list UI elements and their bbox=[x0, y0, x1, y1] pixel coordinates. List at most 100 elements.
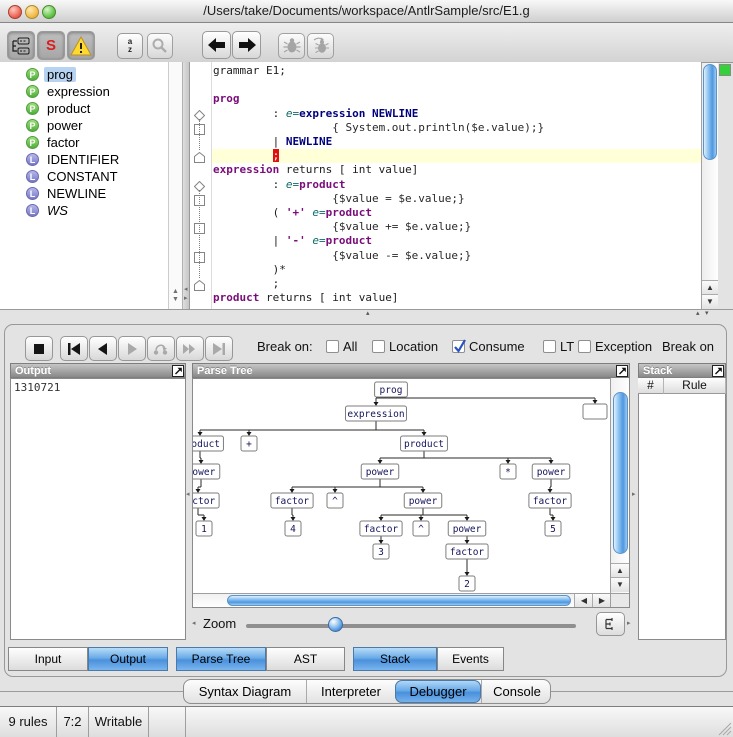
tree-node-power[interactable]: power bbox=[361, 464, 399, 479]
tb-sort-rules[interactable]: az bbox=[117, 33, 143, 59]
rule-item-ws[interactable]: LWS bbox=[0, 202, 182, 219]
tb-grammar-structure[interactable] bbox=[7, 31, 35, 60]
output-expand-button[interactable] bbox=[172, 365, 184, 377]
editor-vertical-scrollbar[interactable]: ▲ ▼ bbox=[701, 63, 718, 309]
view-button-input[interactable]: Input bbox=[8, 647, 88, 671]
rule-item-expression[interactable]: Pexpression bbox=[0, 83, 182, 100]
collapse-left-icon[interactable]: ◂ bbox=[184, 286, 188, 293]
tree-node-*[interactable]: * bbox=[500, 464, 516, 479]
rules-scrollbar-track[interactable]: ▲ ▼ bbox=[168, 62, 183, 309]
rule-item-factor[interactable]: Pfactor bbox=[0, 134, 182, 151]
rule-item-power[interactable]: Ppower bbox=[0, 117, 182, 134]
tab-debugger[interactable]: Debugger bbox=[395, 680, 481, 703]
scroll-down-button[interactable]: ▼ bbox=[702, 294, 718, 309]
tree-node-factor[interactable]: factor bbox=[529, 493, 571, 508]
tb-warnings[interactable] bbox=[67, 31, 95, 60]
stop-button[interactable] bbox=[25, 336, 53, 361]
scroll-up-button[interactable]: ▲ bbox=[702, 280, 718, 295]
tree-node-power[interactable]: power bbox=[532, 464, 570, 479]
step-back-button[interactable] bbox=[89, 336, 117, 361]
scrollbar-thumb[interactable] bbox=[613, 392, 628, 554]
tree-node-^[interactable]: ^ bbox=[413, 521, 429, 536]
tb-back[interactable] bbox=[202, 31, 231, 59]
sidebar-splitter[interactable]: ◂ ▸ bbox=[182, 62, 190, 309]
rule-item-constant[interactable]: LCONSTANT bbox=[0, 168, 182, 185]
rule-item-product[interactable]: Pproduct bbox=[0, 100, 182, 117]
tb-syntax-check[interactable]: S bbox=[37, 31, 65, 60]
tree-node-^[interactable]: ^ bbox=[327, 493, 343, 508]
parse-tree-expand-button[interactable] bbox=[616, 365, 628, 377]
go-to-end-button[interactable] bbox=[205, 336, 233, 361]
tree-node-product[interactable]: product bbox=[193, 436, 223, 451]
tree-node-4[interactable]: 4 bbox=[285, 521, 301, 536]
tree-node-5[interactable]: 5 bbox=[545, 521, 561, 536]
step-forward-button[interactable] bbox=[118, 336, 146, 361]
tb-forward[interactable] bbox=[232, 31, 261, 59]
break-checkbox-consume[interactable] bbox=[452, 340, 465, 353]
tab-interpreter[interactable]: Interpreter bbox=[306, 680, 395, 703]
view-button-stack[interactable]: Stack bbox=[353, 647, 437, 671]
breakpoint-marker[interactable] bbox=[194, 278, 205, 289]
view-button-output[interactable]: Output bbox=[88, 647, 168, 671]
breakpoint-marker[interactable] bbox=[194, 179, 205, 190]
tree-node-power[interactable]: power bbox=[193, 464, 220, 479]
tree-node-expression[interactable]: expression bbox=[346, 406, 407, 421]
tree-layout-button[interactable] bbox=[596, 612, 625, 636]
tb-debug[interactable] bbox=[278, 33, 305, 59]
tree-node-product[interactable]: product bbox=[401, 436, 448, 451]
zoom-slider-track[interactable] bbox=[246, 624, 576, 628]
fast-forward-button[interactable] bbox=[176, 336, 204, 361]
parse-tree-canvas[interactable]: progexpressionproduct+productpowerpower*… bbox=[193, 379, 609, 592]
scrollbar-thumb[interactable] bbox=[703, 64, 717, 160]
tb-debug-remote[interactable] bbox=[307, 33, 334, 59]
go-to-start-button[interactable] bbox=[60, 336, 88, 361]
scroll-down-button[interactable]: ▼ bbox=[611, 577, 629, 592]
rule-item-identifier[interactable]: LIDENTIFIER bbox=[0, 151, 182, 168]
tree-node-blank[interactable] bbox=[583, 404, 607, 419]
breakpoint-marker[interactable] bbox=[194, 150, 205, 161]
tree-node-power[interactable]: power bbox=[404, 493, 442, 508]
tree-node-factor[interactable]: factor bbox=[446, 544, 488, 559]
divider-down-icon[interactable]: ▾ bbox=[705, 310, 709, 317]
divider-collapse-up-icon[interactable]: ▴ bbox=[366, 310, 370, 317]
close-button[interactable] bbox=[8, 5, 22, 19]
tree-node-1[interactable]: 1 bbox=[196, 521, 212, 536]
tree-node-factor[interactable]: factor bbox=[360, 521, 402, 536]
parse-tree-horizontal-scrollbar[interactable]: ◀ ▶ bbox=[193, 593, 610, 607]
tree-node-prog[interactable]: prog bbox=[375, 382, 408, 397]
stack-panel-body[interactable] bbox=[638, 378, 726, 640]
parse-tree-vertical-scrollbar[interactable]: ▲ ▼ bbox=[610, 378, 629, 593]
break-checkbox-exception[interactable] bbox=[578, 340, 591, 353]
view-button-parse-tree[interactable]: Parse Tree bbox=[176, 647, 266, 671]
zoom-right-icon[interactable]: ▸ bbox=[627, 620, 631, 627]
step-over-button[interactable] bbox=[147, 336, 175, 361]
break-checkbox-all[interactable] bbox=[326, 340, 339, 353]
output-panel-body[interactable]: 1310721 bbox=[10, 378, 186, 640]
tab-console[interactable]: Console bbox=[481, 680, 552, 703]
expand-right-icon[interactable]: ▸ bbox=[184, 295, 188, 302]
break-checkbox-lt[interactable] bbox=[543, 340, 556, 353]
view-button-ast[interactable]: AST bbox=[266, 647, 345, 671]
tree-node-factor[interactable]: factor bbox=[193, 493, 219, 508]
minimize-button[interactable] bbox=[25, 5, 39, 19]
rule-item-newline[interactable]: LNEWLINE bbox=[0, 185, 182, 202]
rule-item-prog[interactable]: Pprog bbox=[0, 66, 182, 83]
scroll-up-button[interactable]: ▲ bbox=[611, 563, 629, 578]
zoom-window-button[interactable] bbox=[42, 5, 56, 19]
tab-syntax-diagram[interactable]: Syntax Diagram bbox=[184, 680, 306, 703]
tree-node-factor[interactable]: factor bbox=[271, 493, 313, 508]
breakpoint-marker[interactable] bbox=[194, 108, 205, 119]
zoom-left-icon[interactable]: ◂ bbox=[192, 620, 196, 627]
tree-node-+[interactable]: + bbox=[241, 436, 257, 451]
grammar-editor[interactable]: grammar E1;prog : e=expression NEWLINE {… bbox=[190, 62, 701, 309]
scroll-down-icon[interactable]: ▼ bbox=[172, 296, 179, 303]
tree-node-power[interactable]: power bbox=[448, 521, 486, 536]
scrollbar-thumb[interactable] bbox=[227, 595, 571, 606]
stack-expand-button[interactable] bbox=[712, 365, 724, 377]
view-button-events[interactable]: Events bbox=[437, 647, 504, 671]
tb-find[interactable] bbox=[147, 33, 173, 59]
scroll-right-button[interactable]: ▶ bbox=[592, 594, 611, 607]
panel-collapse-left-icon[interactable]: ◂ bbox=[186, 491, 190, 498]
zoom-slider-knob[interactable] bbox=[328, 617, 343, 632]
tree-node-2[interactable]: 2 bbox=[459, 576, 475, 591]
